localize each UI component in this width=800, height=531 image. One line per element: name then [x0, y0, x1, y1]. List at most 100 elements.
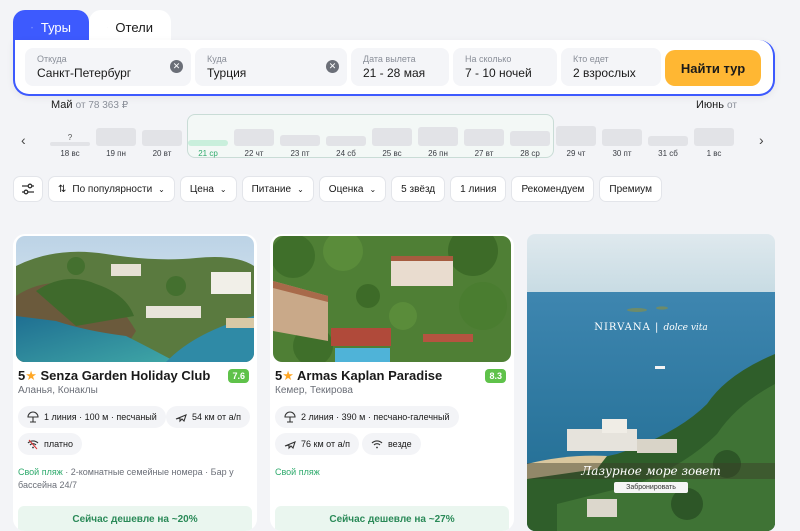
- sort-label: По популярности: [72, 183, 153, 195]
- clear-to-icon[interactable]: ✕: [326, 60, 339, 73]
- dates-field[interactable]: Дата вылета 21 - 28 мая: [351, 48, 449, 86]
- beach-chip: 2 линия · 390 м · песчано-галечный: [275, 406, 459, 428]
- discount-banner[interactable]: Сейчас дешевле на ~20%: [18, 506, 252, 531]
- stars-filter[interactable]: 5 звёзд: [391, 176, 446, 202]
- calendar-day[interactable]: 23 пт: [280, 114, 320, 160]
- price-bar: [648, 136, 688, 146]
- calendar-day-label: 19 пн: [106, 149, 126, 158]
- calendar-day[interactable]: 24 сб: [326, 114, 366, 160]
- wifi-info: везде: [388, 439, 412, 449]
- to-label: Куда: [207, 54, 227, 64]
- calendar-day[interactable]: 27 вт: [464, 114, 504, 160]
- tab-hotels[interactable]: Отели: [89, 10, 171, 44]
- food-filter[interactable]: Питание ⌄: [241, 176, 314, 202]
- calendar-day[interactable]: 21 ср: [188, 114, 228, 160]
- guests-field[interactable]: Кто едет 2 взрослых: [561, 48, 661, 86]
- calendar-next-icon[interactable]: ›: [759, 132, 764, 148]
- price-bar: [372, 128, 412, 146]
- own-beach-label: Свой пляж: [275, 467, 320, 477]
- calendar-day[interactable]: 22 чт: [234, 114, 274, 160]
- hotel-name: Senza Garden Holiday Club: [40, 368, 211, 383]
- price-bar: [556, 126, 596, 146]
- calendar-day[interactable]: 31 сб: [648, 114, 688, 160]
- recommend-filter[interactable]: Рекомендуем: [511, 176, 595, 202]
- airport-chip: 76 км от а/п: [275, 433, 359, 455]
- price-bar: [280, 135, 320, 146]
- calendar-prev-icon[interactable]: ‹: [21, 132, 26, 148]
- calendar-day-label: 21 ср: [198, 149, 218, 158]
- hotel-photo[interactable]: [273, 236, 511, 362]
- chevron-down-icon: ⌄: [158, 184, 165, 194]
- hotel-features: Свой пляж · 2-комнатные семейные номера …: [18, 466, 248, 492]
- price-bar: [694, 128, 734, 146]
- calendar-day-label: 27 вт: [474, 149, 494, 158]
- rating-badge: 7.6: [228, 369, 249, 383]
- calendar-day[interactable]: 26 пн: [418, 114, 458, 160]
- ad-book-button[interactable]: Забронировать: [614, 482, 688, 493]
- airport-chip: 54 км от а/п: [166, 406, 250, 428]
- premium-filter[interactable]: Премиум: [599, 176, 662, 202]
- calendar-day[interactable]: 25 вс: [372, 114, 412, 160]
- product-tabs: Туры Отели: [13, 10, 171, 44]
- discount-banner[interactable]: Сейчас дешевле на ~27%: [275, 506, 509, 531]
- filter-settings-button[interactable]: [13, 176, 43, 202]
- dates-value: 21 - 28 мая: [363, 66, 426, 80]
- tab-hotels-label: Отели: [115, 19, 153, 35]
- calendar-day[interactable]: 30 пт: [602, 114, 642, 160]
- hotel-card[interactable]: 5★ Senza Garden Holiday Club 7.6 Аланья,…: [13, 234, 257, 531]
- hotel-photo[interactable]: [16, 236, 254, 362]
- calendar-day-label: 30 пт: [612, 149, 632, 158]
- hotel-location: Кемер, Текирова: [275, 385, 353, 396]
- line1-filter[interactable]: 1 линия: [450, 176, 507, 202]
- hotel-title[interactable]: 5★ Armas Kaplan Paradise: [275, 368, 442, 384]
- calendar-day[interactable]: 19 пн: [96, 114, 136, 160]
- tab-tours[interactable]: Туры: [13, 10, 89, 44]
- beach-info: 1 линия · 100 м · песчаный: [44, 412, 157, 422]
- umbrella-icon: [284, 411, 296, 423]
- airport-distance: 54 км от а/п: [192, 412, 241, 422]
- price-filter[interactable]: Цена ⌄: [179, 176, 237, 202]
- ad-banner[interactable]: NIRVANA | dolce vita Лазурное море зовет…: [527, 234, 775, 531]
- chevron-down-icon: ⌄: [297, 184, 304, 194]
- calendar-day[interactable]: 20 вт: [142, 114, 182, 160]
- find-tour-button[interactable]: Найти тур: [665, 50, 761, 86]
- price-bar: [464, 129, 504, 146]
- wifi-icon: [371, 440, 383, 449]
- guests-label: Кто едет: [573, 54, 609, 64]
- hotel-name: Armas Kaplan Paradise: [297, 368, 443, 383]
- month-june[interactable]: Июнь от: [696, 99, 737, 111]
- food-filter-label: Питание: [251, 183, 292, 195]
- calendar-day[interactable]: 28 ср: [510, 114, 550, 160]
- wifi-chip: везде: [362, 433, 421, 455]
- chevron-down-icon: ⌄: [369, 184, 377, 194]
- to-value: Турция: [207, 66, 247, 80]
- month-may[interactable]: Май от 78 363 ₽: [51, 99, 128, 111]
- calendar-day[interactable]: 29 чт: [556, 114, 596, 160]
- calendar-day[interactable]: ? 18 вс: [50, 114, 90, 160]
- price-bar: [142, 130, 182, 146]
- clear-from-icon[interactable]: ✕: [170, 60, 183, 73]
- to-field[interactable]: Куда Турция ✕: [195, 48, 347, 86]
- star-icon: ★: [282, 368, 294, 383]
- price-bar: [602, 129, 642, 146]
- wifi-chip: платно: [18, 433, 83, 455]
- nights-label: На сколько: [465, 54, 512, 64]
- calendar-day[interactable]: 1 вс: [694, 114, 734, 160]
- chevron-down-icon: ⌄: [219, 184, 227, 194]
- rating-filter[interactable]: Оценка ⌄: [318, 176, 387, 202]
- ad-brand: NIRVANA: [594, 322, 651, 333]
- price-bar: [96, 128, 136, 146]
- hotel-card[interactable]: 5★ Armas Kaplan Paradise 8.3 Кемер, Теки…: [270, 234, 514, 531]
- calendar-day-label: 24 сб: [336, 149, 356, 158]
- filters-bar: ⇅ По популярности ⌄ Цена ⌄ Питание ⌄ Оце…: [13, 176, 662, 202]
- sliders-icon: [22, 183, 34, 195]
- calendar-day-label: 1 вс: [706, 149, 722, 158]
- nights-field[interactable]: На сколько 7 - 10 ночей: [453, 48, 557, 86]
- nights-value: 7 - 10 ночей: [465, 66, 532, 80]
- sort-dropdown[interactable]: ⇅ По популярности ⌄: [48, 176, 175, 202]
- own-beach-label: Свой пляж: [18, 467, 63, 477]
- from-field[interactable]: Откуда Санкт-Петербург ✕: [25, 48, 191, 86]
- hotel-title[interactable]: 5★ Senza Garden Holiday Club: [18, 368, 210, 384]
- price-bar: [418, 127, 458, 146]
- ad-brand-sub: dolce vita: [663, 323, 708, 333]
